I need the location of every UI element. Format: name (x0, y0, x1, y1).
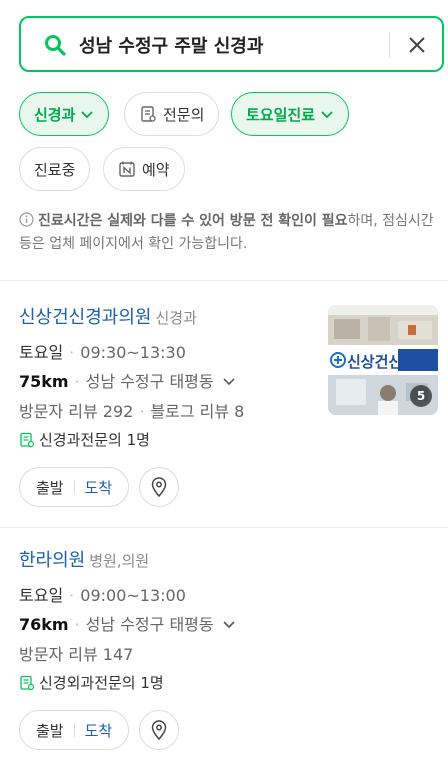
visitor-reviews: 방문자 리뷰 147 (19, 645, 134, 664)
blog-reviews: 블로그 리뷰 8 (150, 402, 245, 421)
specialist-icon (20, 675, 35, 690)
place-name-link[interactable]: 한라의원 (19, 550, 85, 571)
review-row: 방문자 리뷰 147 (19, 641, 133, 665)
distance: 75km (19, 372, 69, 391)
filter-chip-saturday[interactable]: 토요일진료 (231, 92, 350, 136)
specialist-row: 신경과전문의 1명 (19, 429, 150, 450)
hours-day: 토요일 (19, 343, 64, 362)
route-buttons: 출발 도착 (19, 467, 130, 507)
info-icon (19, 212, 34, 227)
hours-day: 토요일 (19, 586, 64, 605)
visitor-reviews: 방문자 리뷰 292 (19, 402, 134, 421)
chevron-down-icon (81, 111, 94, 119)
map-pin-button[interactable] (139, 467, 179, 507)
place-category: 신경과 (155, 309, 197, 327)
hours-notice: 진료시간은 실제와 다를 수 있어 방문 전 확인이 필요하며, 점심시간 등은… (19, 210, 439, 256)
opening-hours: 토요일 · 09:00~13:00 (19, 586, 186, 605)
chevron-down-icon (223, 621, 235, 629)
close-icon[interactable] (405, 33, 429, 57)
filter-chip-specialist[interactable]: 전문의 (124, 92, 220, 136)
opening-hours: 토요일 · 09:30~13:30 (19, 343, 186, 362)
search-bar[interactable]: 성남 수정구 주말 신경과 (19, 16, 444, 72)
arrive-button[interactable]: 도착 (85, 477, 113, 498)
filter-chip-open-now[interactable]: 진료중 (19, 147, 91, 191)
notice-bold-text: 진료시간은 실제와 다를 수 있어 방문 전 확인이 필요 (38, 213, 348, 229)
filter-chip-label: 예약 (142, 160, 170, 179)
map-pin-icon (151, 477, 167, 497)
map-pin-icon (151, 720, 167, 740)
place-name-link[interactable]: 신상건신경과의원 (19, 307, 151, 328)
divider (0, 527, 448, 528)
review-row: 방문자 리뷰 292 · 블로그 리뷰 8 (19, 402, 245, 421)
filter-chip-booking[interactable]: 예약 (103, 147, 185, 191)
depart-button[interactable]: 출발 (36, 720, 64, 741)
thumb-sign-text: 신상건신경과 (347, 353, 430, 371)
filter-chip-label: 토요일진료 (246, 105, 316, 124)
search-input[interactable]: 성남 수정구 주말 신경과 (79, 32, 263, 58)
address: 성남 수정구 태평동 (85, 372, 214, 391)
specialist-count: 신경외과전문의 1명 (39, 674, 164, 692)
search-icon (45, 35, 66, 56)
photo-count-badge: 5 (410, 385, 432, 407)
specialist-count: 신경과전문의 1명 (39, 431, 150, 449)
hours-time: 09:00~13:00 (80, 586, 186, 605)
place-category: 병원,의원 (89, 552, 150, 570)
filter-chip-label: 진료중 (34, 160, 76, 179)
hours-time: 09:30~13:30 (80, 343, 186, 362)
specialist-row: 신경외과전문의 1명 (19, 672, 164, 693)
chevron-down-icon (321, 111, 333, 119)
filter-chip-label: 전문의 (163, 105, 205, 124)
naver-booking-icon (119, 161, 135, 177)
location-row[interactable]: 75km · 성남 수정구 태평동 (19, 368, 236, 392)
doctor-list-icon (141, 106, 156, 122)
map-pin-button[interactable] (139, 710, 179, 750)
divider (0, 280, 448, 281)
filter-chip-department[interactable]: 신경과 (19, 92, 110, 136)
address: 성남 수정구 태평동 (85, 615, 214, 634)
chevron-down-icon (223, 378, 235, 386)
place-thumbnail[interactable]: 신상건신경과 5 (328, 305, 438, 415)
specialist-icon (20, 432, 35, 447)
arrive-button[interactable]: 도착 (85, 720, 113, 741)
location-row[interactable]: 76km · 성남 수정구 태평동 (19, 611, 236, 635)
depart-button[interactable]: 출발 (36, 477, 64, 498)
distance: 76km (19, 615, 69, 634)
route-buttons: 출발 도착 (19, 710, 130, 750)
filter-chip-label: 신경과 (34, 105, 76, 124)
result-card[interactable]: 한라의원 병원,의원 토요일 · 09:00~13:00 76km · 성남 수정구 태평… (19, 546, 439, 756)
search-divider (389, 32, 390, 58)
